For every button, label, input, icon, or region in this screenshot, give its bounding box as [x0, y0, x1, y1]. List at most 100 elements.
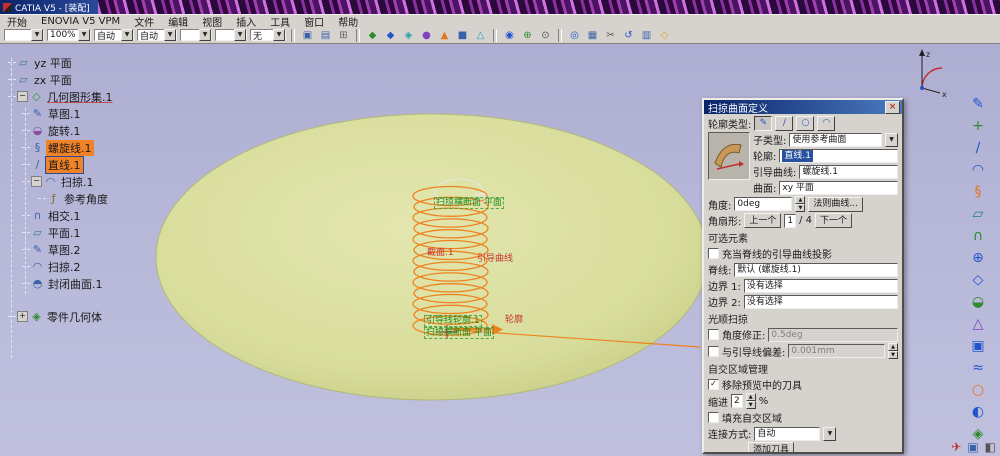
- tree-expander-icon[interactable]: −: [31, 176, 42, 187]
- menu-ENOVIA V5 VPM[interactable]: ENOVIA V5 VPM: [34, 16, 127, 27]
- title-bar[interactable]: CATIA V5 - [装配]: [0, 0, 98, 14]
- point-icon[interactable]: +: [967, 116, 989, 135]
- chevron-down-icon[interactable]: ▼: [164, 29, 176, 41]
- circle-profile-icon[interactable]: ○: [796, 116, 815, 131]
- toolbar-icon-2[interactable]: ▤: [318, 29, 333, 42]
- remove-cutters-checkbox[interactable]: ✓: [708, 379, 719, 390]
- deviation-spinner[interactable]: ▲ ▼: [888, 343, 898, 359]
- angle-field[interactable]: 0deg: [734, 197, 793, 211]
- tree-item-几何图形集.1[interactable]: − ◇ 几何图形集.1: [8, 88, 216, 105]
- status-icon-1[interactable]: ▣: [967, 440, 978, 454]
- chevron-down-icon[interactable]: ▼: [273, 29, 285, 41]
- tree-item-平面.1[interactable]: ▱ 平面.1: [22, 224, 216, 241]
- loft-icon[interactable]: ≈: [967, 358, 989, 377]
- helix-icon[interactable]: §: [967, 182, 989, 201]
- auto-combo-1[interactable]: 自动 ▼: [94, 29, 134, 42]
- profile-field[interactable]: 直线.1: [779, 148, 898, 163]
- previous-sector-button[interactable]: 上一个: [744, 213, 782, 228]
- toolbar-icon-5[interactable]: ◆: [383, 29, 398, 42]
- extrude-icon[interactable]: ◇: [967, 270, 989, 289]
- chevron-down-icon[interactable]: ▼: [823, 426, 837, 441]
- boundary2-field[interactable]: 没有选择: [743, 294, 898, 309]
- indent-field[interactable]: 2: [731, 394, 743, 408]
- tree-item-相交.1[interactable]: ∩ 相交.1: [22, 207, 216, 224]
- tree-item-旋转.1[interactable]: ◒ 旋转.1: [22, 122, 216, 139]
- deviation-checkbox[interactable]: [708, 345, 719, 357]
- angle-correction-field[interactable]: 0.5deg: [768, 327, 898, 342]
- toolbar-icon-8[interactable]: ▲: [437, 29, 452, 42]
- fill-icon[interactable]: ▣: [967, 336, 989, 355]
- tree-item-螺旋线.1[interactable]: § 螺旋线.1: [22, 139, 216, 156]
- tree-item-草图.1[interactable]: ✎ 草图.1: [22, 105, 216, 122]
- toolbar-icon-11[interactable]: ◉: [502, 29, 517, 42]
- tree-item-草图.2[interactable]: ✎ 草图.2: [22, 241, 216, 258]
- line-profile-icon[interactable]: ∕: [775, 116, 794, 131]
- toolbar-icon-17[interactable]: ↺: [621, 29, 636, 42]
- sketch-icon[interactable]: ✎: [967, 94, 989, 113]
- chevron-down-icon[interactable]: ▼: [885, 132, 898, 147]
- next-sector-button[interactable]: 下一个: [815, 213, 853, 228]
- sector-value-field[interactable]: 1: [784, 213, 797, 228]
- tree-item-yz 平面[interactable]: ▱ yz 平面: [8, 54, 216, 71]
- line-type-combo[interactable]: ▼: [215, 29, 247, 41]
- curve-icon[interactable]: ◠: [967, 160, 989, 179]
- none-combo[interactable]: 无 ▼: [250, 29, 286, 42]
- line-weight-combo[interactable]: ▼: [180, 29, 212, 41]
- toolbar-icon-19[interactable]: ◇: [657, 29, 672, 42]
- surface-field[interactable]: xy 平面: [779, 180, 898, 195]
- style-combo[interactable]: ▼: [4, 29, 44, 41]
- tree-item-参考角度[interactable]: ƒ 参考角度: [38, 190, 216, 207]
- explicit-profile-icon[interactable]: ✎: [754, 116, 773, 131]
- tree-item-直线.1[interactable]: ∕ 直线.1: [22, 155, 216, 174]
- toolbar-icon-10[interactable]: △: [473, 29, 488, 42]
- chevron-down-icon[interactable]: ▼: [234, 29, 246, 41]
- toolbar-icon-16[interactable]: ✂: [603, 29, 618, 42]
- status-icon-2[interactable]: ◧: [985, 440, 996, 454]
- toolbar-icon-15[interactable]: ▦: [585, 29, 600, 42]
- toolbar-icon-13[interactable]: ⊙: [538, 29, 553, 42]
- toolbar-icon-3[interactable]: ⊞: [336, 29, 351, 42]
- add-cutter-button[interactable]: 添加刀具: [748, 442, 795, 452]
- chevron-down-icon[interactable]: ▼: [121, 29, 133, 41]
- line-icon[interactable]: ∕: [967, 138, 989, 157]
- tree-item-零件几何体[interactable]: + ◈ 零件几何体: [8, 308, 216, 325]
- law-curve-button[interactable]: 法则曲线...: [808, 196, 863, 212]
- toolbar-icon-1[interactable]: ▣: [300, 29, 315, 42]
- intersect-icon[interactable]: ∩: [967, 226, 989, 245]
- tree-item-扫掠.1[interactable]: − ◠ 扫掠.1: [22, 173, 216, 190]
- chevron-down-icon[interactable]: ▼: [78, 29, 90, 41]
- chevron-down-icon[interactable]: ▼: [31, 29, 43, 41]
- revolve-icon[interactable]: ◒: [967, 292, 989, 311]
- tree-expander-icon[interactable]: +: [17, 311, 28, 322]
- sweep-icon[interactable]: △: [967, 314, 989, 333]
- fill-checkbox[interactable]: [708, 412, 719, 423]
- tree-item-扫掠.2[interactable]: ◠ 扫掠.2: [22, 258, 216, 275]
- chevron-down-icon[interactable]: ▼: [199, 29, 211, 41]
- spine-field[interactable]: 默认 (螺旋线.1): [734, 262, 898, 277]
- toolbar-icon-9[interactable]: ■: [455, 29, 470, 42]
- connect-select[interactable]: 自动: [754, 426, 821, 441]
- deviation-field[interactable]: 0.001mm: [788, 344, 885, 358]
- jet-icon[interactable]: ✈: [951, 440, 961, 454]
- project-icon[interactable]: ⊕: [967, 248, 989, 267]
- blend-icon[interactable]: ○: [967, 380, 989, 399]
- subtype-select[interactable]: 使用参考曲面: [789, 132, 882, 147]
- dialog-titlebar[interactable]: 扫掠曲面定义 ×: [704, 100, 902, 115]
- toolbar-icon-14[interactable]: ◎: [567, 29, 582, 42]
- guide-field[interactable]: 螺旋线.1: [799, 164, 898, 179]
- toolbar-icon-18[interactable]: ▥: [639, 29, 654, 42]
- tree-expander-icon[interactable]: −: [17, 91, 28, 102]
- toolbar-icon-4[interactable]: ◆: [365, 29, 380, 42]
- join-icon[interactable]: ◐: [967, 402, 989, 421]
- indent-spinner[interactable]: ▲ ▼: [745, 393, 756, 409]
- boundary1-field[interactable]: 没有选择: [743, 278, 898, 293]
- tree-item-zx 平面[interactable]: ▱ zx 平面: [8, 71, 216, 88]
- toolbar-icon-12[interactable]: ⊕: [520, 29, 535, 42]
- zoom-combo[interactable]: 100% ▼: [47, 29, 91, 41]
- conic-profile-icon[interactable]: ◠: [817, 116, 836, 131]
- angle-spinner[interactable]: ▲ ▼: [795, 196, 806, 212]
- tree-item-封闭曲面.1[interactable]: ◓ 封闭曲面.1: [22, 275, 216, 292]
- toolbar-icon-7[interactable]: ●: [419, 29, 434, 42]
- toolbar-icon-6[interactable]: ◈: [401, 29, 416, 42]
- plane-icon[interactable]: ▱: [967, 204, 989, 223]
